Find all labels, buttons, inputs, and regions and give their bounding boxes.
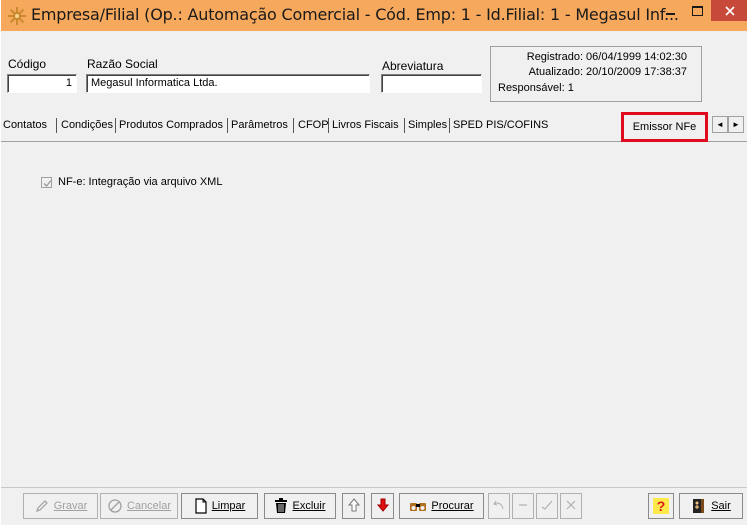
abreviatura-field[interactable] xyxy=(381,74,482,93)
trash-icon xyxy=(274,498,288,514)
help-icon: ? xyxy=(652,498,670,514)
cancel-icon xyxy=(107,498,123,514)
exit-door-icon xyxy=(691,498,707,514)
undo-icon xyxy=(493,499,505,514)
tab-divider xyxy=(328,118,329,133)
cancelar-button[interactable]: Cancelar xyxy=(100,493,178,519)
minimize-button[interactable] xyxy=(657,0,683,21)
tab-divider xyxy=(227,118,228,133)
tab-simples[interactable]: Simples xyxy=(408,119,447,131)
excluir-label: Excluir xyxy=(292,500,326,512)
tab-divider xyxy=(56,118,57,133)
tab-cfop[interactable]: CFOP xyxy=(298,119,329,131)
responsavel-text: Responsável: 1 xyxy=(498,82,574,94)
nfe-xml-checkbox[interactable] xyxy=(41,176,52,188)
sair-button[interactable]: Sair xyxy=(679,493,743,519)
nfe-xml-checkbox-row[interactable]: NF-e: Integração via arquivo XML xyxy=(41,176,222,188)
nav-first-button[interactable] xyxy=(488,493,510,519)
codigo-label: Código xyxy=(8,57,47,71)
tab-divider xyxy=(293,118,294,133)
help-button[interactable]: ? xyxy=(648,493,674,519)
tab-sped-pis-cofins[interactable]: SPED PIS/COFINS xyxy=(453,119,548,131)
check-icon xyxy=(541,499,553,514)
app-icon xyxy=(7,6,27,26)
tab-livros-fiscais[interactable]: Livros Fiscais xyxy=(332,119,399,131)
binoculars-icon xyxy=(409,499,427,513)
tab-scroll-right-icon[interactable]: ► xyxy=(728,116,744,133)
limpar-label: Limpar xyxy=(211,500,246,512)
cancelar-label: Cancelar xyxy=(126,500,172,512)
tab-divider xyxy=(404,118,405,133)
abreviatura-label: Abreviatura xyxy=(382,59,444,73)
close-button[interactable] xyxy=(711,0,747,21)
maximize-button[interactable] xyxy=(684,0,710,21)
next-record-button[interactable] xyxy=(371,493,394,519)
nav-check-button[interactable] xyxy=(536,493,558,519)
title-bar[interactable]: Empresa/Filial (Op.: Automação Comercial… xyxy=(1,0,747,31)
razao-social-label: Razão Social xyxy=(87,57,158,71)
minus-icon xyxy=(517,499,529,514)
gravar-button[interactable]: Gravar xyxy=(23,493,98,519)
nfe-xml-checkbox-label: NF-e: Integração via arquivo XML xyxy=(58,176,223,188)
gravar-label: Gravar xyxy=(53,500,88,512)
tab-emissor-nfe[interactable]: Emissor NFe xyxy=(621,112,708,142)
razao-social-field[interactable]: Megasul Informatica Ltda. xyxy=(86,74,370,93)
x-icon xyxy=(565,499,577,514)
new-document-icon xyxy=(194,498,208,514)
tab-contatos[interactable]: Contatos xyxy=(3,119,47,131)
tab-produtos-comprados[interactable]: Produtos Comprados xyxy=(119,119,223,131)
window-title: Empresa/Filial (Op.: Automação Comercial… xyxy=(31,5,679,24)
bottom-toolbar: Gravar Cancelar Limpar Excluir Procurar xyxy=(1,487,747,525)
tab-scroll-arrows: ◄ ► xyxy=(712,116,746,133)
procurar-label: Procurar xyxy=(431,500,474,512)
maximize-icon xyxy=(691,5,703,16)
tab-condicoes[interactable]: Condições xyxy=(61,119,113,131)
sair-label: Sair xyxy=(711,500,731,512)
tab-parametros[interactable]: Parâmetros xyxy=(231,119,288,131)
close-icon xyxy=(724,5,735,16)
tab-divider xyxy=(449,118,450,133)
codigo-field[interactable]: 1 xyxy=(7,74,77,93)
audit-info-panel: Registrado: 06/04/1999 14:02:30 Atualiza… xyxy=(490,46,702,102)
previous-record-button[interactable] xyxy=(342,493,365,519)
tab-divider xyxy=(115,118,116,133)
nav-x-button[interactable] xyxy=(560,493,582,519)
tab-scroll-left-icon[interactable]: ◄ xyxy=(712,116,728,133)
pencil-icon xyxy=(34,498,50,514)
nav-minus-button[interactable] xyxy=(512,493,534,519)
arrow-down-icon xyxy=(376,498,389,515)
excluir-button[interactable]: Excluir xyxy=(264,493,336,519)
atualizado-text: Atualizado: 20/10/2009 17:38:37 xyxy=(528,66,687,78)
arrow-up-icon xyxy=(347,497,360,515)
window: Empresa/Filial (Op.: Automação Comercial… xyxy=(0,0,747,525)
registrado-text: Registrado: 06/04/1999 14:02:30 xyxy=(526,51,687,63)
limpar-button[interactable]: Limpar xyxy=(181,493,258,519)
checkmark-icon xyxy=(43,179,52,187)
minimize-icon xyxy=(665,12,675,15)
procurar-button[interactable]: Procurar xyxy=(399,493,484,519)
